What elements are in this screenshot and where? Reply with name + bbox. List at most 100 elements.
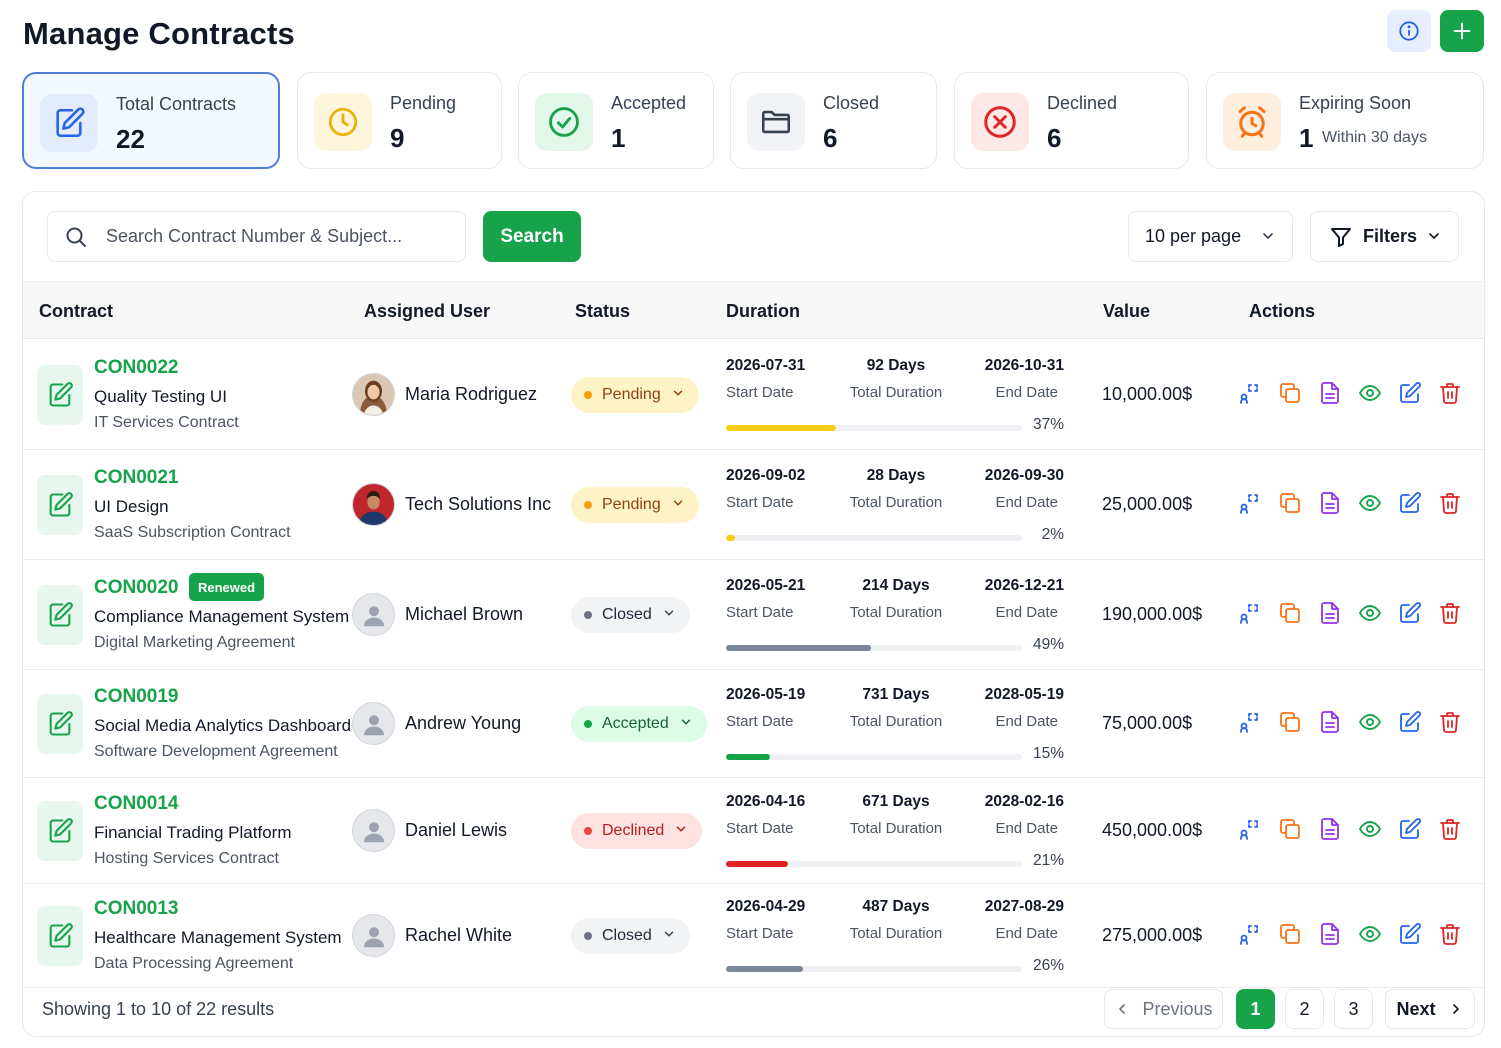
table-row[interactable]: CON0022 Quality Testing UI IT Services Con… xyxy=(23,340,1484,450)
delete-button[interactable] xyxy=(1435,601,1475,629)
column-header-duration[interactable]: Duration xyxy=(726,301,800,322)
start-date-label: Start Date xyxy=(726,384,794,401)
copy-button[interactable] xyxy=(1275,601,1315,629)
summary-card-expiring[interactable]: Expiring Soon 1 Within 30 days xyxy=(1206,72,1484,169)
summary-card-total[interactable]: Total Contracts 22 xyxy=(22,72,280,169)
folder-icon xyxy=(747,93,805,151)
copy-icon xyxy=(1278,710,1302,739)
view-icon xyxy=(1358,601,1382,630)
delete-button[interactable] xyxy=(1435,710,1475,738)
status-dropdown[interactable]: Accepted xyxy=(571,706,707,742)
assign-button[interactable] xyxy=(1235,922,1275,950)
column-header-user[interactable]: Assigned User xyxy=(364,301,490,322)
assigned-user-name: Daniel Lewis xyxy=(405,820,508,840)
table-row[interactable]: CON0020 Renewed Compliance Management Syst… xyxy=(23,560,1484,670)
copy-icon xyxy=(1278,491,1302,520)
contract-number-link[interactable]: CON0014 xyxy=(94,793,179,815)
clock-icon xyxy=(314,93,372,151)
previous-page-button[interactable]: Previous xyxy=(1104,989,1223,1029)
delete-icon xyxy=(1438,491,1462,520)
copy-button[interactable] xyxy=(1275,710,1315,738)
delete-button[interactable] xyxy=(1435,381,1475,409)
edit-button[interactable] xyxy=(1395,491,1435,519)
search-button[interactable]: Search xyxy=(483,211,581,262)
start-date-label: Start Date xyxy=(726,713,794,730)
summary-card-accepted[interactable]: Accepted 1 xyxy=(518,72,714,169)
edit-button[interactable] xyxy=(1395,922,1435,950)
assign-button[interactable] xyxy=(1235,601,1275,629)
assign-button[interactable] xyxy=(1235,817,1275,845)
contract-number-link[interactable]: CON0019 xyxy=(94,686,179,708)
total-duration-label: Total Duration xyxy=(849,713,943,730)
document-button[interactable] xyxy=(1315,710,1355,738)
status-dropdown[interactable]: Pending xyxy=(571,487,699,523)
page-button-1[interactable]: 1 xyxy=(1236,989,1275,1029)
table-row[interactable]: CON0013 Healthcare Management System Data … xyxy=(23,884,1484,988)
contract-type: Software Development Agreement xyxy=(94,743,338,760)
delete-button[interactable] xyxy=(1435,922,1475,950)
document-button[interactable] xyxy=(1315,491,1355,519)
column-header-value[interactable]: Value xyxy=(1103,301,1150,322)
end-date: 2028-02-16 xyxy=(984,793,1064,810)
view-button[interactable] xyxy=(1355,922,1395,950)
view-button[interactable] xyxy=(1355,601,1395,629)
copy-button[interactable] xyxy=(1275,817,1315,845)
delete-icon xyxy=(1438,601,1462,630)
contract-number-link[interactable]: CON0013 xyxy=(94,898,179,920)
start-date: 2026-04-29 xyxy=(726,898,806,915)
edit-button[interactable] xyxy=(1395,710,1435,738)
filters-button[interactable]: Filters xyxy=(1310,211,1459,262)
summary-card-closed[interactable]: Closed 6 xyxy=(730,72,937,169)
card-value: 22 xyxy=(116,124,145,154)
summary-card-declined[interactable]: Declined 6 xyxy=(954,72,1189,169)
add-contract-button[interactable] xyxy=(1440,10,1484,52)
view-icon xyxy=(1358,381,1382,410)
edit-button[interactable] xyxy=(1395,817,1435,845)
view-button[interactable] xyxy=(1355,491,1395,519)
assign-button[interactable] xyxy=(1235,710,1275,738)
table-row[interactable]: CON0019 Social Media Analytics Dashboard S… xyxy=(23,670,1484,778)
copy-button[interactable] xyxy=(1275,381,1315,409)
row-actions xyxy=(1235,922,1475,950)
delete-button[interactable] xyxy=(1435,491,1475,519)
copy-button[interactable] xyxy=(1275,922,1315,950)
view-button[interactable] xyxy=(1355,381,1395,409)
copy-button[interactable] xyxy=(1275,491,1315,519)
column-header-contract[interactable]: Contract xyxy=(39,301,113,322)
duration-progress-bar xyxy=(726,861,1022,867)
status-dropdown[interactable]: Closed xyxy=(571,597,690,633)
status-dropdown[interactable]: Declined xyxy=(571,813,703,849)
document-button[interactable] xyxy=(1315,601,1355,629)
plus-icon xyxy=(1453,22,1471,40)
contract-number-link[interactable]: CON0021 xyxy=(94,467,179,489)
page-button-2[interactable]: 2 xyxy=(1285,989,1324,1029)
page-button-3[interactable]: 3 xyxy=(1334,989,1373,1029)
search-box[interactable] xyxy=(47,211,466,262)
document-button[interactable] xyxy=(1315,922,1355,950)
info-button[interactable] xyxy=(1387,10,1431,52)
view-button[interactable] xyxy=(1355,710,1395,738)
edit-button[interactable] xyxy=(1395,381,1435,409)
table-row[interactable]: CON0014 Financial Trading Platform Hosting… xyxy=(23,778,1484,884)
per-page-select[interactable]: 10 per page xyxy=(1128,211,1293,262)
assign-button[interactable] xyxy=(1235,491,1275,519)
assign-button[interactable] xyxy=(1235,381,1275,409)
delete-button[interactable] xyxy=(1435,817,1475,845)
view-button[interactable] xyxy=(1355,817,1395,845)
document-button[interactable] xyxy=(1315,381,1355,409)
next-page-button[interactable]: Next xyxy=(1385,989,1475,1029)
search-input[interactable] xyxy=(106,226,406,247)
contract-number-link[interactable]: CON0020 xyxy=(94,577,179,599)
status-dropdown[interactable]: Pending xyxy=(571,377,699,413)
document-button[interactable] xyxy=(1315,817,1355,845)
table-row[interactable]: CON0021 UI Design SaaS Subscription Contra… xyxy=(23,450,1484,560)
column-header-status[interactable]: Status xyxy=(575,301,630,322)
status-dropdown[interactable]: Closed xyxy=(571,918,690,954)
contract-number-link[interactable]: CON0022 xyxy=(94,357,179,379)
summary-card-pending[interactable]: Pending 9 xyxy=(297,72,502,169)
duration-progress-fill xyxy=(726,535,735,541)
edit-button[interactable] xyxy=(1395,601,1435,629)
copy-icon xyxy=(1278,381,1302,410)
total-duration: 214 Days xyxy=(862,577,930,594)
assign-icon xyxy=(1238,601,1262,630)
